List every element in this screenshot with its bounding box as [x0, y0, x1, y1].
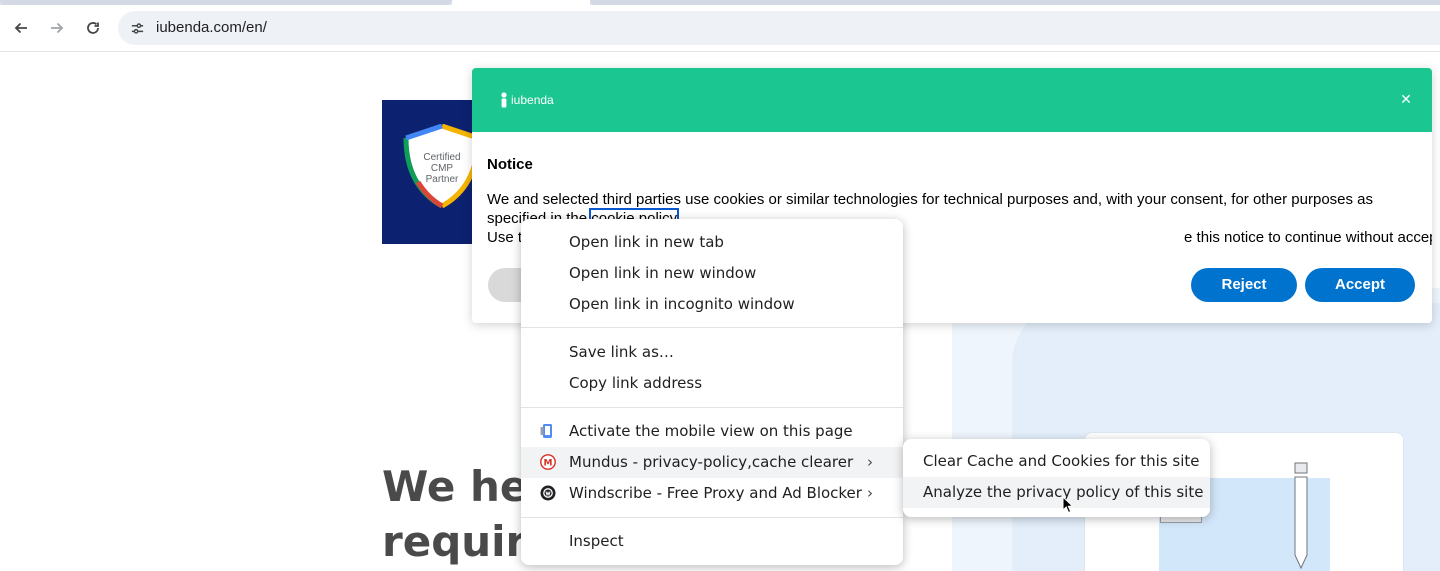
badge-line: CMP [430, 163, 454, 174]
context-submenu: Clear Cache and Cookies for this site An… [903, 439, 1210, 517]
iubenda-logo: iubenda [500, 92, 554, 108]
back-button[interactable] [7, 14, 35, 42]
menu-item-label: Copy link address [569, 374, 703, 392]
menu-item-open-new-tab[interactable]: Open link in new tab [521, 227, 903, 258]
arrow-left-icon [14, 22, 27, 34]
mundus-logo-icon: M [540, 454, 556, 470]
address-bar[interactable]: iubenda.com/en/ [118, 11, 1440, 45]
menu-item-label: Windscribe - Free Proxy and Ad Blocker [569, 484, 862, 502]
browser-toolbar: iubenda.com/en/ [0, 5, 1440, 52]
tune-icon[interactable] [128, 19, 146, 37]
badge-label: Certified CMP Partner [404, 152, 480, 185]
submenu-item-analyze-policy[interactable]: Analyze the privacy policy of this site [903, 477, 1210, 508]
notice-text-part: Use t [487, 229, 523, 246]
menu-divider [521, 327, 903, 328]
menu-item-windscribe[interactable]: Windscribe - Free Proxy and Ad Blocker › [521, 478, 903, 509]
chevron-right-icon: › [867, 484, 873, 502]
reload-icon [87, 22, 99, 34]
url-text[interactable]: iubenda.com/en/ [156, 19, 267, 36]
menu-item-label: Open link in new window [569, 264, 757, 282]
menu-item-inspect[interactable]: Inspect [521, 526, 903, 557]
menu-item-label: Open link in new tab [569, 233, 724, 251]
context-menu: Open link in new tab Open link in new wi… [521, 219, 903, 565]
accept-button[interactable]: Accept [1305, 268, 1415, 302]
badge-line: Partner [425, 174, 459, 185]
menu-item-label: Inspect [569, 532, 624, 550]
mouse-cursor-icon [1062, 496, 1074, 514]
cookie-banner-header: iubenda ✕ [472, 68, 1432, 132]
reject-button[interactable]: Reject [1191, 268, 1297, 302]
menu-divider [521, 517, 903, 518]
forward-button[interactable] [43, 14, 71, 42]
menu-item-save-link-as[interactable]: Save link as… [521, 337, 903, 368]
submenu-item-clear-cache[interactable]: Clear Cache and Cookies for this site [903, 446, 1210, 477]
reload-button[interactable] [79, 14, 107, 42]
menu-item-label: Activate the mobile view on this page [569, 422, 853, 440]
menu-item-open-new-window[interactable]: Open link in new window [521, 258, 903, 289]
iubenda-logo-icon [501, 92, 507, 108]
close-icon[interactable]: ✕ [1396, 90, 1416, 110]
menu-item-label: Mundus - privacy-policy,cache clearer [569, 453, 854, 471]
pencil-icon [1294, 462, 1308, 570]
menu-item-label: Save link as… [569, 343, 674, 361]
menu-item-open-incognito[interactable]: Open link in incognito window [521, 289, 903, 320]
menu-item-mundus[interactable]: M Mundus - privacy-policy,cache clearer … [521, 447, 903, 478]
mobile-phone-icon [540, 424, 552, 438]
windscribe-logo-icon [540, 485, 556, 501]
notice-text-part: e this notice to continue without accept… [1184, 229, 1432, 246]
menu-divider [521, 407, 903, 408]
badge-line: Certified [423, 152, 461, 163]
svg-text:M: M [544, 459, 553, 469]
menu-item-copy-link-address[interactable]: Copy link address [521, 368, 903, 399]
brand-name: iubenda [511, 93, 554, 107]
menu-item-mobile-view[interactable]: Activate the mobile view on this page [521, 416, 903, 447]
notice-title: Notice [487, 156, 533, 173]
arrow-right-icon [51, 22, 64, 34]
menu-item-label: Clear Cache and Cookies for this site [923, 452, 1200, 470]
chevron-right-icon: › [867, 453, 873, 471]
menu-item-label: Open link in incognito window [569, 295, 795, 313]
